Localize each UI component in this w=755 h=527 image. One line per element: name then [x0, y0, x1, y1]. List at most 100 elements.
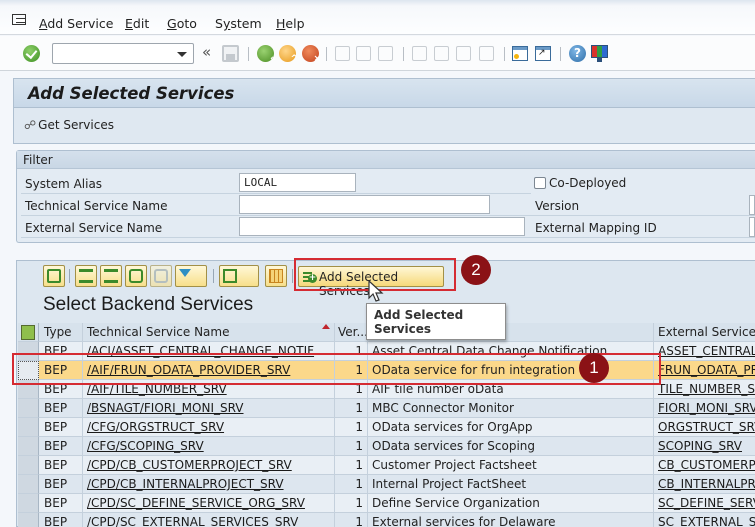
menu-edit[interactable]: Edit — [125, 16, 149, 31]
row-selector[interactable] — [18, 418, 39, 437]
cell-external-service-name-link[interactable]: SC_EXTERNAL_SE — [658, 515, 755, 527]
technical-service-name-input[interactable] — [239, 195, 490, 214]
menu-goto[interactable]: Goto — [167, 16, 197, 31]
row-selector[interactable] — [18, 513, 39, 527]
cell-external-service-name[interactable]: SC_EXTERNAL_SE — [654, 513, 755, 527]
column-header-version[interactable]: Ver... — [335, 323, 368, 342]
help-icon[interactable]: ? — [569, 45, 586, 62]
back-icon[interactable]: « — [257, 45, 276, 64]
table-row[interactable]: BEP/CPD/SC_DEFINE_SERVICE_ORG_SRV 1 Define… — [18, 494, 755, 513]
cell-technical-service-name[interactable]: /CPD/CB_INTERNALPROJECT_SRV — [83, 475, 335, 494]
filter-button[interactable] — [175, 265, 207, 287]
sort-descending-button[interactable] — [100, 265, 122, 287]
co-deployed-checkbox[interactable] — [534, 177, 546, 189]
cell-external-service-name[interactable]: CB_INTERNALPRO — [654, 475, 755, 494]
find-next-button[interactable] — [150, 265, 172, 287]
change-layout-button[interactable] — [265, 265, 287, 287]
find-button[interactable] — [125, 265, 147, 287]
cell-external-service-name-link[interactable]: FRUN_ODATA_PR — [658, 363, 755, 377]
cell-technical-service-name[interactable]: /CPD/SC_DEFINE_SERVICE_ORG_SRV — [83, 494, 335, 513]
row-selector[interactable] — [18, 494, 39, 513]
cell-external-service-name[interactable]: SC_DEFINE_SERV — [654, 494, 755, 513]
cell-technical-service-name-link[interactable]: /CFG/SCOPING_SRV — [87, 439, 204, 453]
cell-external-service-name-link[interactable]: FIORI_MONI_SRV — [658, 401, 755, 415]
cell-technical-service-name[interactable]: /BSNAGT/FIORI_MONI_SRV — [83, 399, 335, 418]
cell-external-service-name-link[interactable]: TILE_NUMBER_SR — [658, 382, 755, 396]
external-mapping-id-input[interactable] — [749, 217, 755, 237]
export-icon — [223, 269, 237, 283]
table-row[interactable]: BEP/CPD/CB_INTERNALPROJECT_SRV 1 Internal … — [18, 475, 755, 494]
find-next-icon[interactable] — [378, 46, 393, 61]
cell-technical-service-name-link[interactable]: /CPD/CB_INTERNALPROJECT_SRV — [87, 477, 284, 491]
cell-description: MBC Connector Monitor — [368, 399, 654, 418]
cell-external-service-name[interactable]: SCOPING_SRV — [654, 437, 755, 456]
cell-external-service-name-link[interactable]: ASSET_CENTRAL_ — [658, 344, 755, 358]
table-row[interactable]: BEP/CPD/SC_EXTERNAL_SERVICES_SRV 1 Externa… — [18, 513, 755, 527]
row-selector[interactable] — [18, 475, 39, 494]
cell-external-service-name[interactable]: ASSET_CENTRAL_ — [654, 342, 755, 361]
exit-icon[interactable]: ^ — [279, 45, 298, 64]
system-alias-input[interactable]: LOCAL — [239, 173, 356, 192]
table-row[interactable]: BEP/BSNAGT/FIORI_MONI_SRV 1 MBC Connector … — [18, 399, 755, 418]
cell-external-service-name[interactable]: CB_CUSTOMERPR — [654, 456, 755, 475]
column-header-type[interactable]: Type — [39, 323, 83, 342]
column-header-external-service-name[interactable]: External Service N — [654, 323, 755, 342]
menu-help[interactable]: Help — [276, 16, 305, 31]
table-row[interactable]: BEP/CPD/CB_CUSTOMERPROJECT_SRV 1 Customer … — [18, 456, 755, 475]
details-button[interactable] — [43, 265, 65, 287]
cell-technical-service-name-link[interactable]: /CFG/ORGSTRUCT_SRV — [87, 420, 224, 434]
cell-technical-service-name-link[interactable]: /CPD/SC_EXTERNAL_SERVICES_SRV — [87, 515, 298, 527]
customize-layout-icon[interactable] — [591, 45, 608, 62]
create-session-icon[interactable] — [512, 46, 528, 61]
command-field[interactable] — [52, 43, 194, 64]
chevron-down-icon[interactable] — [177, 52, 187, 57]
separator — [292, 269, 293, 283]
table-row[interactable]: BEP/CFG/ORGSTRUCT_SRV 1 OData services for… — [18, 418, 755, 437]
menu-add-service[interactable]: Add Service — [39, 16, 113, 31]
enter-checkmark-icon[interactable] — [23, 45, 40, 62]
cancel-icon[interactable]: × — [302, 45, 321, 64]
sap-window: Add Service Edit Goto System Help « « ^ … — [0, 0, 755, 527]
first-page-icon[interactable] — [412, 46, 427, 61]
next-page-icon[interactable] — [456, 46, 471, 61]
menu-system[interactable]: System — [215, 16, 262, 31]
cell-external-service-name[interactable]: ORGSTRUCT_SRV — [654, 418, 755, 437]
print-icon[interactable] — [335, 46, 350, 61]
cell-external-service-name[interactable]: FRUN_ODATA_PR — [654, 361, 755, 380]
find-icon[interactable] — [356, 46, 371, 61]
get-services-button[interactable]: ☍ Get Services — [24, 118, 114, 132]
external-service-name-input[interactable] — [239, 217, 525, 236]
sort-ascending-button[interactable] — [75, 265, 97, 287]
cell-technical-service-name-link[interactable]: /CPD/SC_DEFINE_SERVICE_ORG_SRV — [87, 496, 305, 510]
cell-technical-service-name[interactable]: /CPD/CB_CUSTOMERPROJECT_SRV — [83, 456, 335, 475]
layout-header-button[interactable] — [18, 323, 39, 342]
last-page-icon[interactable] — [479, 46, 494, 61]
column-header-technical-service-name[interactable]: Technical Service Name — [83, 323, 335, 342]
cell-external-service-name[interactable]: TILE_NUMBER_SR — [654, 380, 755, 399]
previous-page-icon[interactable] — [434, 46, 449, 61]
version-input[interactable] — [749, 195, 755, 215]
cell-external-service-name-link[interactable]: CB_CUSTOMERPR — [658, 458, 755, 472]
cell-external-service-name[interactable]: FIORI_MONI_SRV — [654, 399, 755, 418]
create-shortcut-icon[interactable] — [535, 46, 551, 61]
collapse-command-icon[interactable]: « — [202, 45, 211, 60]
separator — [213, 269, 214, 283]
export-button[interactable] — [219, 265, 259, 287]
menu-bar: Add Service Edit Goto System Help — [0, 0, 755, 35]
cell-external-service-name-link[interactable]: CB_INTERNALPRO — [658, 477, 755, 491]
row-selector[interactable] — [18, 456, 39, 475]
cell-external-service-name-link[interactable]: ORGSTRUCT_SRV — [658, 420, 755, 434]
table-row[interactable]: BEP/CFG/SCOPING_SRV 1 OData services for S… — [18, 437, 755, 456]
cell-technical-service-name[interactable]: /CFG/SCOPING_SRV — [83, 437, 335, 456]
cell-technical-service-name[interactable]: /CFG/ORGSTRUCT_SRV — [83, 418, 335, 437]
cell-external-service-name-link[interactable]: SCOPING_SRV — [658, 439, 742, 453]
binoculars-icon — [129, 269, 143, 283]
row-selector[interactable] — [18, 399, 39, 418]
cell-technical-service-name[interactable]: /CPD/SC_EXTERNAL_SERVICES_SRV — [83, 513, 335, 527]
save-icon[interactable] — [222, 45, 239, 62]
cell-technical-service-name-link[interactable]: /BSNAGT/FIORI_MONI_SRV — [87, 401, 244, 415]
cell-technical-service-name-link[interactable]: /CPD/CB_CUSTOMERPROJECT_SRV — [87, 458, 292, 472]
system-menu-icon[interactable] — [12, 14, 26, 25]
row-selector[interactable] — [18, 437, 39, 456]
cell-external-service-name-link[interactable]: SC_DEFINE_SERV — [658, 496, 755, 510]
